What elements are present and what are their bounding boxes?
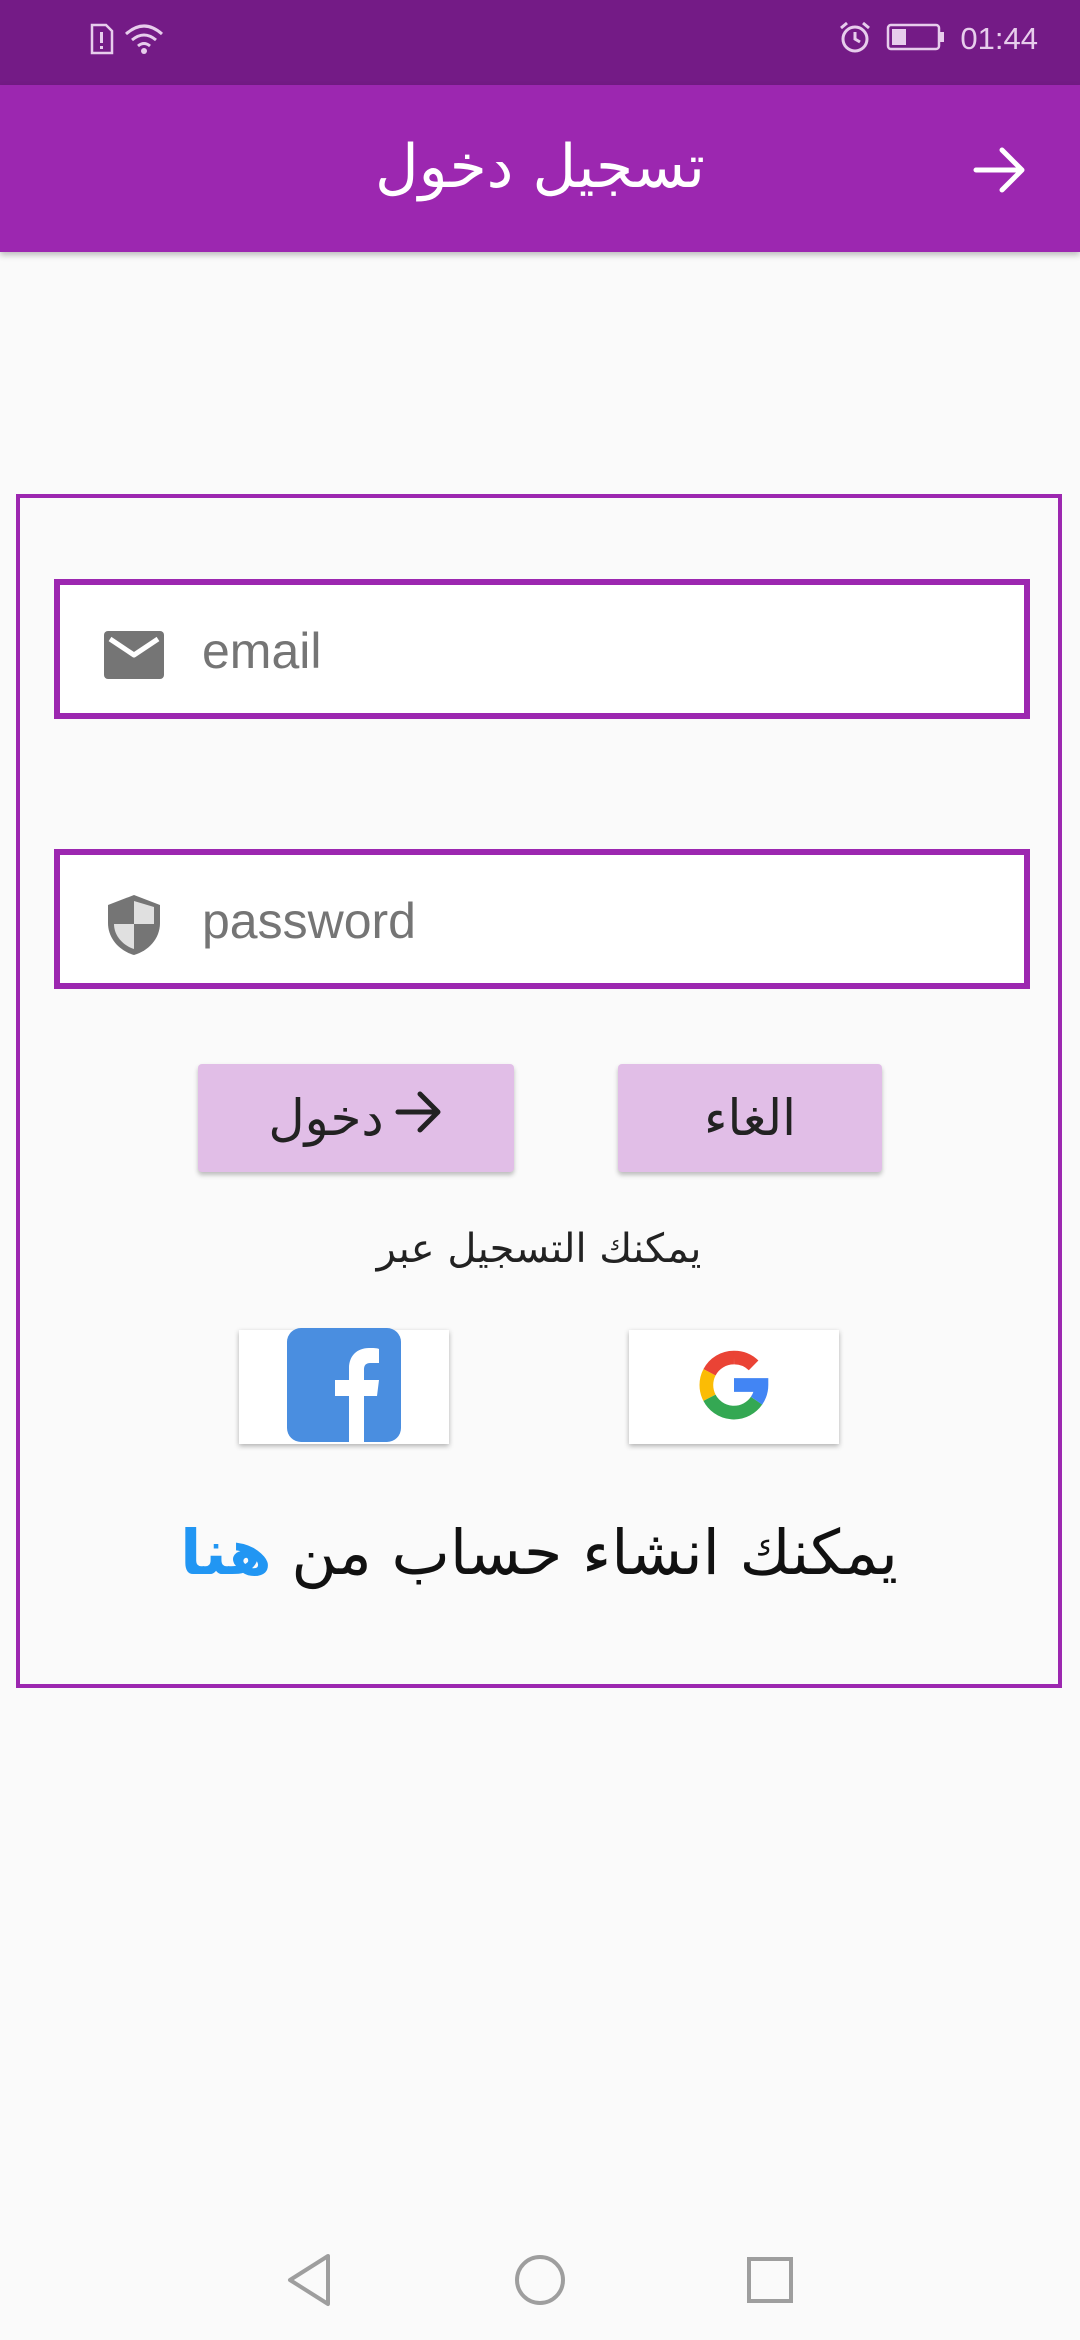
login-card: دخول الغاء يمكنك التسجيل عبر — [16, 494, 1062, 1688]
status-left-icons — [88, 22, 164, 60]
alarm-icon — [838, 20, 872, 58]
create-account-line: يمكنك انشاء حساب من هنا — [20, 1516, 1058, 1589]
page-title: تسجيل دخول — [375, 132, 705, 202]
status-time: 01:44 — [960, 21, 1038, 56]
cancel-button[interactable]: الغاء — [618, 1064, 882, 1172]
cancel-button-label: الغاء — [704, 1089, 796, 1147]
sim-alert-icon — [88, 23, 114, 59]
home-circle-icon[interactable] — [510, 2250, 570, 2310]
status-right-icons: 01:44 — [838, 20, 1038, 58]
battery-icon — [886, 22, 946, 56]
app-bar: تسجيل دخول — [0, 85, 1080, 252]
create-account-text: يمكنك انشاء حساب من — [291, 1516, 898, 1589]
login-button-label: دخول — [268, 1089, 384, 1147]
password-field-box — [54, 849, 1030, 989]
facebook-icon — [287, 1328, 401, 1446]
shield-icon — [102, 893, 166, 957]
login-button[interactable]: دخول — [198, 1064, 514, 1172]
email-field-box — [54, 579, 1030, 719]
mail-icon — [102, 623, 166, 687]
facebook-login-button[interactable] — [239, 1328, 449, 1446]
recents-square-icon[interactable] — [740, 2250, 800, 2310]
google-login-button[interactable] — [629, 1330, 839, 1444]
create-account-link[interactable]: هنا — [180, 1516, 272, 1589]
arrow-right-icon[interactable] — [970, 140, 1030, 200]
password-field[interactable] — [200, 885, 984, 957]
google-icon — [685, 1336, 783, 1438]
navigation-bar — [0, 2220, 1080, 2340]
status-bar: 01:44 — [0, 0, 1080, 85]
social-login-hint: يمكنك التسجيل عبر — [376, 1226, 702, 1272]
arrow-right-icon — [394, 1087, 444, 1149]
wifi-icon — [124, 22, 164, 60]
back-triangle-icon[interactable] — [280, 2250, 340, 2310]
email-field[interactable] — [200, 615, 984, 687]
